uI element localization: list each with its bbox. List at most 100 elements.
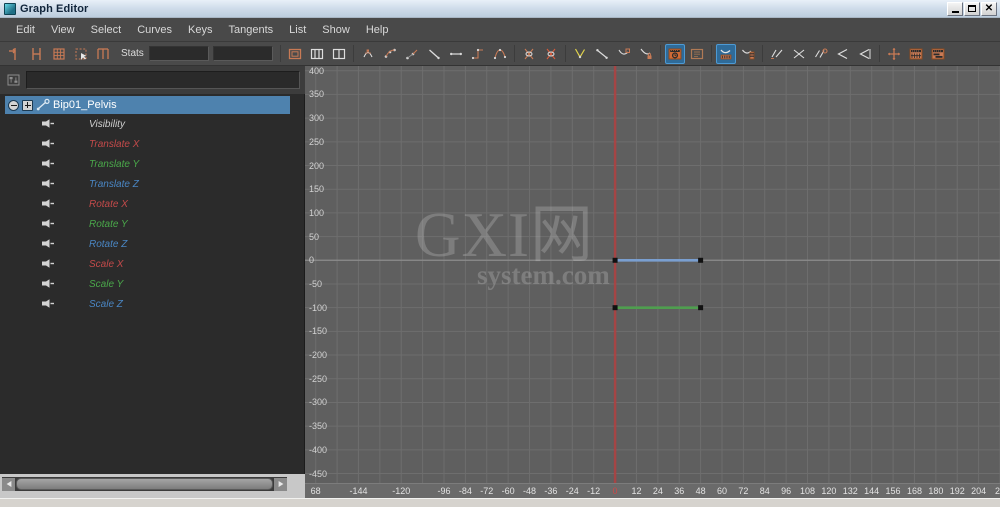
infinity-offset-button[interactable] <box>811 44 831 64</box>
menu-show[interactable]: Show <box>314 21 358 39</box>
channel-row-translate-y[interactable]: Translate Y <box>0 154 304 174</box>
auto-tangents-button[interactable] <box>358 44 378 64</box>
channel-row-rotate-z[interactable]: Rotate Z <box>0 234 304 254</box>
menu-curves[interactable]: Curves <box>129 21 180 39</box>
frame-playback-range-button[interactable] <box>307 44 327 64</box>
time-snap-button[interactable] <box>664 43 685 64</box>
x-axis-tick: 48 <box>695 486 706 496</box>
scroll-left-icon[interactable] <box>2 477 15 491</box>
x-axis-tick: -12 <box>587 486 601 496</box>
toolbar-separator <box>564 45 566 62</box>
menu-edit[interactable]: Edit <box>8 21 43 39</box>
menu-tangents[interactable]: Tangents <box>221 21 282 39</box>
x-axis-tick: 204 <box>971 486 987 496</box>
channel-label: Rotate X <box>89 198 128 210</box>
channel-row-translate-x[interactable]: Translate X <box>0 134 304 154</box>
title-bar: Graph Editor ✕ <box>0 0 1000 18</box>
post-infinity-linear-button[interactable] <box>855 44 875 64</box>
graph-plot[interactable] <box>305 66 1000 483</box>
x-axis-tick: 68 <box>310 486 321 496</box>
maximize-button[interactable] <box>964 1 980 16</box>
filter-icon[interactable] <box>5 72 21 88</box>
mute-icon[interactable] <box>40 258 56 270</box>
channel-row-translate-z[interactable]: Translate Z <box>0 174 304 194</box>
channel-object-row[interactable]: Bip01_Pelvis <box>5 96 290 114</box>
mute-icon[interactable] <box>40 278 56 290</box>
region-keys-tool-button[interactable] <box>71 44 91 64</box>
break-tangents-button[interactable] <box>570 44 590 64</box>
channel-list-panel: Bip01_Pelvis Visibility Translate X Tran… <box>0 94 305 474</box>
mute-icon[interactable] <box>40 298 56 310</box>
plateau-tangents-button[interactable] <box>490 44 510 64</box>
stats-field-1[interactable] <box>148 46 209 61</box>
y-axis-tick: -450 <box>309 468 328 479</box>
menu-select[interactable]: Select <box>83 21 130 39</box>
mute-icon[interactable] <box>40 138 56 150</box>
y-axis-tick: -150 <box>309 326 328 337</box>
unify-tangents-button[interactable] <box>592 44 612 64</box>
collapse-icon[interactable] <box>8 99 19 111</box>
mute-icon[interactable] <box>40 178 56 190</box>
channel-row-visibility[interactable]: Visibility <box>0 114 304 134</box>
buffer-curve-snapshot-button[interactable] <box>519 44 539 64</box>
toolbar-separator <box>710 45 712 62</box>
menu-list[interactable]: List <box>281 21 314 39</box>
absolute-view-button[interactable] <box>715 43 736 64</box>
stacked-view-button[interactable] <box>738 44 758 64</box>
close-button[interactable]: ✕ <box>981 1 997 16</box>
channel-row-scale-z[interactable]: Scale Z <box>0 294 304 314</box>
y-axis-tick: 50 <box>309 231 320 242</box>
pre-infinity-linear-button[interactable] <box>833 44 853 64</box>
channel-row-rotate-x[interactable]: Rotate X <box>0 194 304 214</box>
x-axis-tick: -72 <box>480 486 494 496</box>
menu-bar: Edit View Select Curves Keys Tangents Li… <box>0 18 1000 42</box>
value-snap-button[interactable] <box>687 44 707 64</box>
x-axis-tick: 144 <box>864 486 880 496</box>
menu-view[interactable]: View <box>43 21 83 39</box>
mute-icon[interactable] <box>40 198 56 210</box>
retime-tool-button[interactable] <box>93 44 113 64</box>
post-infinity-cycle-button[interactable] <box>789 44 809 64</box>
lattice-deform-keys-button[interactable] <box>49 44 69 64</box>
insert-keys-tool-button[interactable] <box>27 44 47 64</box>
move-nearest-picked-key-button[interactable] <box>5 44 25 64</box>
menu-help[interactable]: Help <box>358 21 397 39</box>
channel-row-rotate-y[interactable]: Rotate Y <box>0 214 304 234</box>
stats-field-2[interactable] <box>212 46 273 61</box>
frame-all-button[interactable] <box>285 44 305 64</box>
mute-icon[interactable] <box>40 238 56 250</box>
mute-icon[interactable] <box>40 118 56 130</box>
expand-icon[interactable] <box>22 99 33 111</box>
mute-icon[interactable] <box>40 158 56 170</box>
step-tangents-button[interactable] <box>468 44 488 64</box>
scroll-right-icon[interactable] <box>274 477 287 491</box>
open-dope-sheet-button[interactable] <box>906 44 926 64</box>
flat-tangents-button[interactable] <box>446 44 466 64</box>
linear-tangents-button[interactable] <box>424 44 444 64</box>
swap-buffer-curve-button[interactable] <box>541 44 561 64</box>
x-axis-tick: 21 <box>994 486 1000 496</box>
channel-row-scale-x[interactable]: Scale X <box>0 254 304 274</box>
minimize-button[interactable] <box>947 1 963 16</box>
open-trax-editor-button[interactable] <box>928 44 948 64</box>
channel-list-horizontal-scrollbar[interactable] <box>2 477 287 491</box>
free-tangent-weight-button[interactable] <box>614 44 634 64</box>
channel-label: Scale X <box>89 258 124 270</box>
mute-icon[interactable] <box>40 218 56 230</box>
channel-row-scale-y[interactable]: Scale Y <box>0 274 304 294</box>
menu-keys[interactable]: Keys <box>180 21 220 39</box>
spline-tangents-button[interactable] <box>380 44 400 64</box>
y-axis-tick: -300 <box>309 397 328 408</box>
center-current-time-button[interactable] <box>329 44 349 64</box>
lock-tangent-weight-button[interactable] <box>636 44 656 64</box>
y-axis-tick: 100 <box>309 207 325 218</box>
pre-infinity-cycle-button[interactable] <box>767 44 787 64</box>
y-axis-tick: -350 <box>309 421 328 432</box>
clamped-tangents-button[interactable] <box>402 44 422 64</box>
graph-canvas[interactable]: GXI网 system.com 400 350 300 250 200 150 100 50 0… <box>305 66 1000 483</box>
normalize-curves-button[interactable] <box>884 44 904 64</box>
channel-filter-input[interactable] <box>26 71 300 89</box>
horizontal-scroll-thumb[interactable] <box>16 478 273 490</box>
close-icon: ✕ <box>984 2 994 14</box>
x-axis[interactable]: 68 -144 -120 -96 -84 -72 -60 -48 -36 -24 -12 0 12 24 3… <box>305 483 1000 498</box>
